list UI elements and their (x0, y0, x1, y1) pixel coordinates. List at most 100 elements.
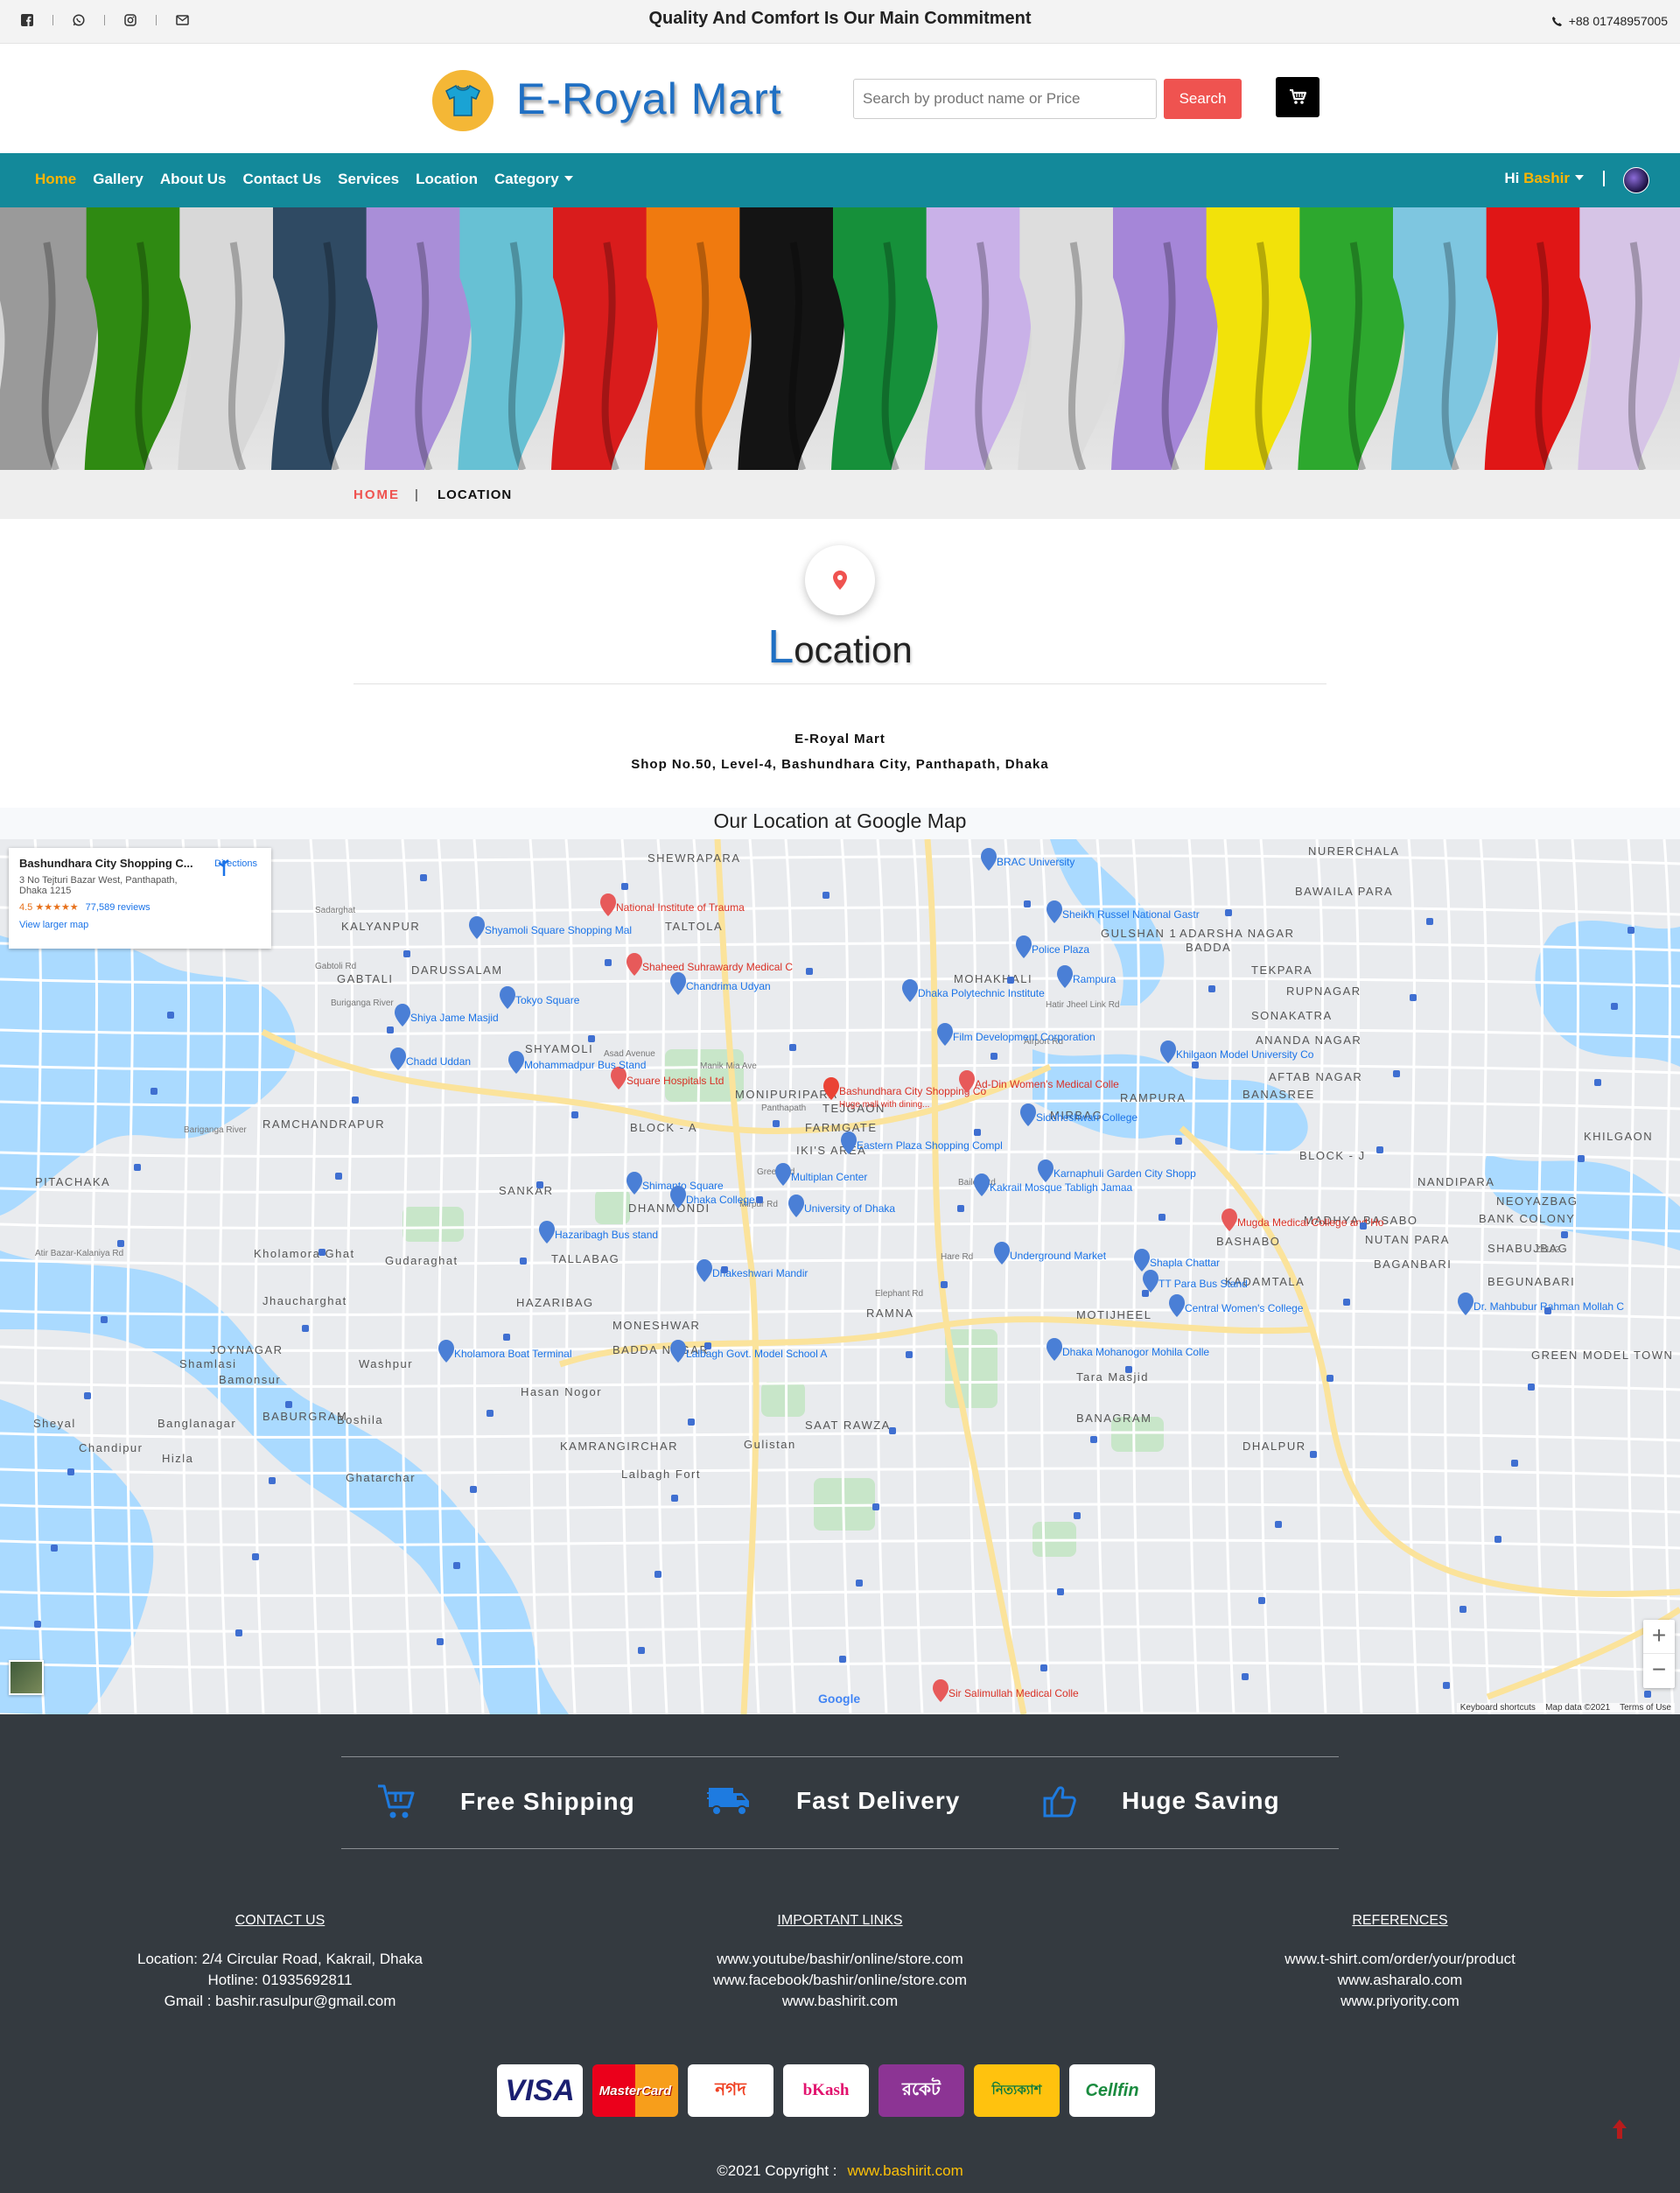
bus-stop-icon (1090, 1436, 1097, 1443)
area-label: AFTAB NAGAR (1269, 1070, 1362, 1083)
footer-reference[interactable]: www.asharalo.com (1216, 1970, 1584, 1991)
bus-stop-icon (1225, 909, 1232, 916)
footer-link[interactable]: www.facebook/bashir/online/store.com (656, 1970, 1024, 1991)
feature-huge-saving: Huge Saving (1041, 1783, 1280, 1819)
keyboard-shortcuts-link[interactable]: Keyboard shortcuts (1460, 1703, 1536, 1713)
bus-stop-icon (318, 1249, 326, 1256)
bus-stop-icon (470, 1486, 477, 1493)
bus-stop-icon (990, 1053, 998, 1060)
footer-link[interactable]: www.youtube/bashir/online/store.com (656, 1949, 1024, 1970)
area-label: MOTIJHEEL (1076, 1308, 1152, 1321)
area-label: FARMGATE (805, 1121, 878, 1134)
bus-stop-icon (167, 1012, 174, 1019)
user-menu[interactable]: Hi Bashir (1504, 170, 1584, 187)
bus-stop-icon (520, 1258, 527, 1265)
copyright: ©2021 Copyright : www.bashirit.com (0, 2162, 1680, 2180)
bus-stop-icon (285, 1401, 292, 1408)
poi-label: Sheikh Russel National Gastr (1062, 908, 1200, 921)
mastercard-logo: MasterCard (592, 2064, 678, 2117)
poi-label: Shapla Chattar (1150, 1257, 1220, 1269)
poi-label: University of Dhaka (804, 1202, 895, 1215)
scroll-to-top-icon[interactable] (1612, 2119, 1628, 2144)
bus-stop-icon (789, 1044, 796, 1051)
bus-stop-icon (1343, 1299, 1350, 1306)
zoom-out-button[interactable]: − (1643, 1654, 1675, 1688)
breadcrumb-separator: | (415, 487, 418, 502)
area-label: TEKPARA (1251, 963, 1312, 977)
nav-contact-us[interactable]: Contact Us (242, 171, 321, 188)
directions-button[interactable]: Directions (214, 858, 257, 876)
view-larger-map-link[interactable]: View larger map (19, 920, 261, 930)
area-label: BAGANBARI (1374, 1258, 1452, 1271)
copyright-link[interactable]: www.bashirit.com (848, 2162, 963, 2179)
bus-stop-icon (773, 1120, 780, 1127)
area-label: Ghatarchar (346, 1471, 416, 1484)
nav-services[interactable]: Services (338, 171, 399, 188)
pin-badge (805, 545, 875, 615)
google-map[interactable]: SHEWRAPARA KALYANPUR DARUSSALAM GABTALI TALT… (0, 839, 1680, 1714)
footer-link[interactable]: www.bashirit.com (656, 1991, 1024, 2012)
cart-button[interactable] (1276, 77, 1320, 117)
area-label: GABTALI (337, 972, 393, 985)
area-label: GREEN MODEL TOWN (1531, 1349, 1673, 1362)
cellfin-logo: Cellfin (1069, 2064, 1155, 2117)
cart-icon (378, 1784, 415, 1818)
search-input[interactable] (853, 79, 1157, 119)
avatar[interactable] (1623, 167, 1649, 193)
poi-label: Ad-Din Women's Medical Colle (975, 1078, 1119, 1090)
bus-stop-icon (1611, 1003, 1618, 1010)
bus-stop-icon (101, 1316, 108, 1323)
nav-location[interactable]: Location (416, 171, 478, 188)
nav-gallery[interactable]: Gallery (93, 171, 144, 188)
zoom-in-button[interactable]: + (1643, 1620, 1675, 1654)
area-label: Washpur (359, 1357, 413, 1370)
area-label: BASHABO (1216, 1235, 1280, 1248)
nav-about-us[interactable]: About Us (160, 171, 227, 188)
phone-text: +88 01748957005 (1568, 14, 1668, 28)
google-logo: Google (818, 1692, 861, 1706)
poi-label: Dhaka Mohanogor Mohila Colle (1062, 1346, 1209, 1358)
user-name: Bashir (1523, 170, 1570, 186)
satellite-toggle[interactable] (9, 1660, 44, 1695)
road-label: Panthapath (761, 1104, 806, 1113)
bus-stop-icon (822, 892, 830, 899)
breadcrumb-home[interactable]: HOME (354, 487, 400, 502)
area-label: ADARSHA NAGAR (1180, 927, 1294, 940)
divider (354, 683, 1326, 684)
area-label: TALTOLA (665, 920, 723, 933)
brand-name[interactable]: E-Royal Mart (516, 74, 782, 124)
bus-stop-icon (1040, 1664, 1047, 1671)
area-label: Shamlasi (179, 1357, 236, 1370)
terms-link[interactable]: Terms of Use (1620, 1703, 1671, 1713)
logo[interactable] (432, 70, 494, 131)
footer-contact-heading: CONTACT US (234, 1913, 326, 1928)
bus-stop-icon (1460, 1606, 1466, 1613)
poi-label: Police Plaza (1032, 943, 1089, 956)
feature-label: Huge Saving (1122, 1787, 1280, 1814)
poi-label: Dhaka Polytechnic Institute (918, 987, 1045, 999)
bus-stop-icon (1258, 1597, 1265, 1604)
bus-stop-icon (654, 1571, 662, 1578)
tagline: Quality And Comfort Is Our Main Commitme… (648, 9, 1032, 28)
bus-stop-icon (84, 1392, 91, 1399)
bus-stop-icon (235, 1629, 242, 1636)
bus-stop-icon (906, 1351, 913, 1358)
poi-label: Karnaphuli Garden City Shopp (1054, 1167, 1196, 1180)
footer-reference[interactable]: www.priyority.com (1216, 1991, 1584, 2012)
footer-reference[interactable]: www.t-shirt.com/order/your/product (1216, 1949, 1584, 1970)
reviews-link[interactable]: 77,589 reviews (86, 902, 150, 913)
area-label: BAWAILA PARA (1295, 885, 1393, 898)
nav-category[interactable]: Category (494, 171, 573, 188)
bus-stop-icon (1628, 927, 1634, 934)
area-label: HAZARIBAG (516, 1296, 594, 1309)
bus-stop-icon (638, 1647, 645, 1654)
area-label: Bamonsur (219, 1373, 281, 1386)
map-canvas[interactable]: SHEWRAPARA KALYANPUR DARUSSALAM GABTALI TALT… (0, 839, 1680, 1714)
search-button[interactable]: Search (1164, 79, 1242, 119)
poi-label: Shiya Jame Masjid (410, 1012, 499, 1024)
bus-stop-icon (974, 1129, 981, 1136)
thumbs-up-icon (1043, 1786, 1076, 1818)
area-label: SHEWRAPARA (648, 851, 741, 865)
breadcrumb: HOME | LOCATION (0, 470, 1680, 519)
nav-home[interactable]: Home (35, 171, 76, 188)
